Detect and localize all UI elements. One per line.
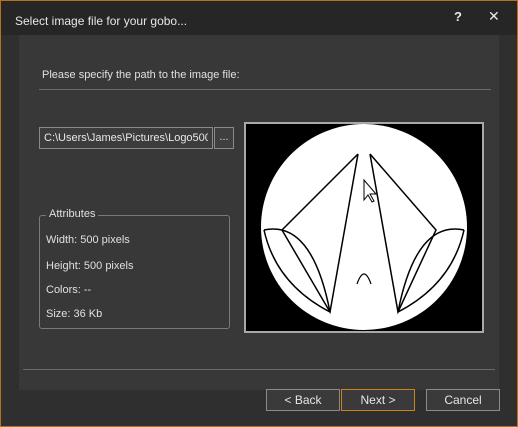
next-button[interactable]: Next > <box>341 389 415 411</box>
gobo-image-dialog: Select image file for your gobo... ? ✕ P… <box>0 0 518 427</box>
gobo-preview-graphic <box>246 124 482 331</box>
help-icon[interactable]: ? <box>454 9 462 24</box>
image-path-input[interactable] <box>39 127 213 149</box>
dialog-title: Select image file for your gobo... <box>15 14 188 28</box>
back-button[interactable]: < Back <box>266 389 340 411</box>
attr-size: Size: 36 Kb <box>46 308 103 320</box>
title-bar: Select image file for your gobo... ? ✕ <box>1 1 517 35</box>
path-prompt: Please specify the path to the image fil… <box>42 69 240 81</box>
browse-button[interactable]: ... <box>214 127 234 149</box>
close-icon[interactable]: ✕ <box>488 8 500 25</box>
attributes-group: Attributes Width: 500 pixels Height: 500… <box>39 208 230 329</box>
divider-bottom <box>23 369 495 370</box>
image-preview <box>244 122 484 333</box>
attr-height: Height: 500 pixels <box>46 260 134 272</box>
attr-width: Width: 500 pixels <box>46 234 130 246</box>
attributes-legend: Attributes <box>46 208 99 220</box>
attr-colors: Colors: -- <box>46 284 92 296</box>
cancel-button[interactable]: Cancel <box>426 389 500 411</box>
divider-top <box>39 89 491 90</box>
